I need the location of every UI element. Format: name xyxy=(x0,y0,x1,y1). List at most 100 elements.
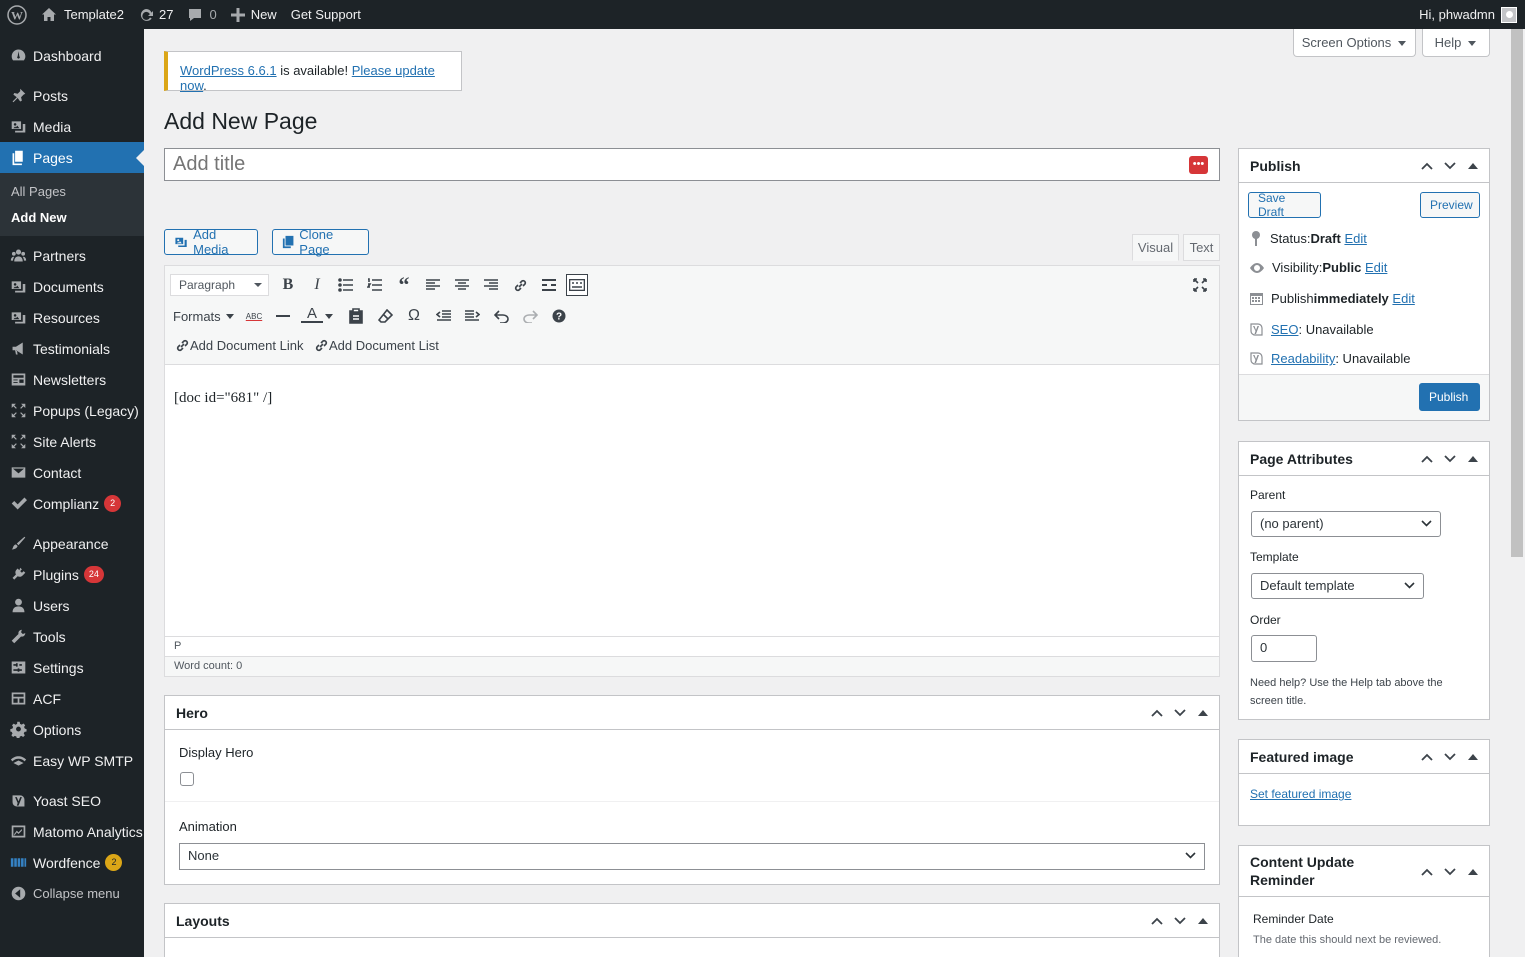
italic-icon[interactable]: I xyxy=(306,274,328,296)
publish-header[interactable]: Publish xyxy=(1239,149,1489,183)
preview-button[interactable]: Preview xyxy=(1420,192,1480,218)
save-draft-button[interactable]: Save Draft xyxy=(1248,191,1321,219)
outdent-icon[interactable] xyxy=(432,305,454,327)
text-color-caret-icon[interactable] xyxy=(323,305,335,327)
menu-posts[interactable]: Posts xyxy=(0,80,144,111)
menu-matomo[interactable]: Matomo Analytics xyxy=(0,816,144,847)
page-attributes-header[interactable]: Page Attributes xyxy=(1239,442,1489,476)
animation-select[interactable]: None xyxy=(179,843,1205,870)
new-content-link[interactable]: New xyxy=(224,0,284,29)
move-down-icon[interactable] xyxy=(1442,864,1458,880)
publish-button[interactable]: Publish xyxy=(1419,383,1480,411)
menu-appearance[interactable]: Appearance xyxy=(0,528,144,559)
add-document-list-button[interactable]: Add Document List xyxy=(314,338,439,353)
parent-select[interactable]: (no parent) xyxy=(1251,511,1441,537)
menu-users[interactable]: Users xyxy=(0,590,144,621)
menu-dashboard[interactable]: Dashboard xyxy=(0,40,144,71)
scrollbar-thumb[interactable] xyxy=(1511,29,1523,557)
get-support-link[interactable]: Get Support xyxy=(284,0,368,29)
readability-link[interactable]: Readability xyxy=(1271,351,1335,366)
wordpress-version-link[interactable]: WordPress 6.6.1 xyxy=(180,63,277,78)
menu-acf[interactable]: ACF xyxy=(0,683,144,714)
layouts-header[interactable]: Layouts xyxy=(165,904,1219,938)
align-center-icon[interactable] xyxy=(451,274,473,296)
reminder-header[interactable]: Content Update Reminder xyxy=(1239,846,1399,897)
seo-link[interactable]: SEO xyxy=(1271,322,1298,337)
menu-complianz[interactable]: Complianz 2 xyxy=(0,488,144,519)
formats-dropdown[interactable]: Formats xyxy=(173,305,235,327)
bullet-list-icon[interactable] xyxy=(335,274,357,296)
clone-page-button[interactable]: Clone Page xyxy=(272,227,369,257)
toggle-panel-icon[interactable] xyxy=(1465,749,1481,765)
undo-icon[interactable] xyxy=(490,305,512,327)
menu-newsletters[interactable]: Newsletters xyxy=(0,364,144,395)
menu-tools[interactable]: Tools xyxy=(0,621,144,652)
bold-icon[interactable]: B xyxy=(277,274,299,296)
site-name-link[interactable]: Template2 xyxy=(34,0,131,29)
numbered-list-icon[interactable] xyxy=(364,274,386,296)
move-up-icon[interactable] xyxy=(1149,705,1165,721)
menu-yoast-seo[interactable]: Yoast SEO xyxy=(0,785,144,816)
comments-link[interactable]: 0 xyxy=(180,0,223,29)
help-circle-icon[interactable]: ? xyxy=(548,305,570,327)
menu-settings[interactable]: Settings xyxy=(0,652,144,683)
move-down-icon[interactable] xyxy=(1172,913,1188,929)
title-input[interactable] xyxy=(164,148,1220,181)
template-select[interactable]: Default template xyxy=(1251,573,1424,599)
fullscreen-icon[interactable] xyxy=(1189,274,1211,296)
updates-link[interactable]: 27 xyxy=(131,0,180,29)
display-hero-checkbox[interactable] xyxy=(180,772,194,786)
toolbar-toggle-icon[interactable] xyxy=(566,274,588,296)
featured-image-header[interactable]: Featured image xyxy=(1239,740,1489,774)
link-icon[interactable] xyxy=(509,274,531,296)
special-character-icon[interactable]: Ω xyxy=(403,305,425,327)
menu-plugins[interactable]: Plugins 24 xyxy=(0,559,144,590)
screen-options-button[interactable]: Screen Options xyxy=(1293,29,1416,57)
menu-contact[interactable]: Contact xyxy=(0,457,144,488)
move-down-icon[interactable] xyxy=(1442,158,1458,174)
align-left-icon[interactable] xyxy=(422,274,444,296)
move-up-icon[interactable] xyxy=(1419,864,1435,880)
blockquote-icon[interactable]: “ xyxy=(393,272,415,297)
read-more-icon[interactable] xyxy=(538,274,560,296)
add-media-button[interactable]: Add Media xyxy=(164,227,258,257)
menu-pages[interactable]: Pages xyxy=(0,142,144,173)
tab-text[interactable]: Text xyxy=(1183,234,1220,261)
paragraph-format-select[interactable]: Paragraph xyxy=(170,274,269,296)
menu-easy-wp-smtp[interactable]: Easy WP SMTP xyxy=(0,745,144,776)
move-up-icon[interactable] xyxy=(1419,451,1435,467)
move-up-icon[interactable] xyxy=(1419,158,1435,174)
spellcheck-icon[interactable]: ABC xyxy=(243,305,265,327)
toggle-panel-icon[interactable] xyxy=(1465,158,1481,174)
indent-icon[interactable] xyxy=(461,305,483,327)
hero-header[interactable]: Hero xyxy=(165,696,1219,730)
menu-site-alerts[interactable]: Site Alerts xyxy=(0,426,144,457)
toggle-panel-icon[interactable] xyxy=(1465,864,1481,880)
move-up-icon[interactable] xyxy=(1419,749,1435,765)
edit-status-link[interactable]: Edit xyxy=(1344,231,1366,246)
help-button[interactable]: Help xyxy=(1422,29,1490,57)
redo-icon[interactable] xyxy=(519,305,541,327)
move-down-icon[interactable] xyxy=(1442,749,1458,765)
move-down-icon[interactable] xyxy=(1442,451,1458,467)
wordpress-logo-icon[interactable]: W xyxy=(0,0,34,29)
menu-wordfence[interactable]: Wordfence 2 xyxy=(0,847,144,878)
move-down-icon[interactable] xyxy=(1172,705,1188,721)
align-right-icon[interactable] xyxy=(480,274,502,296)
paste-text-icon[interactable] xyxy=(345,305,367,327)
menu-options[interactable]: Options xyxy=(0,714,144,745)
menu-documents[interactable]: Documents xyxy=(0,271,144,302)
menu-testimonials[interactable]: Testimonials xyxy=(0,333,144,364)
menu-partners[interactable]: Partners xyxy=(0,240,144,271)
my-account[interactable]: Hi, phwadmn xyxy=(1419,6,1525,23)
edit-visibility-link[interactable]: Edit xyxy=(1365,260,1387,275)
tab-visual[interactable]: Visual xyxy=(1132,234,1179,261)
submenu-add-new[interactable]: Add New xyxy=(0,205,144,231)
add-document-link-button[interactable]: Add Document Link xyxy=(175,338,303,353)
menu-media[interactable]: Media xyxy=(0,111,144,142)
menu-resources[interactable]: Resources xyxy=(0,302,144,333)
password-manager-icon[interactable]: ••• xyxy=(1189,156,1208,174)
toggle-panel-icon[interactable] xyxy=(1465,451,1481,467)
order-input[interactable]: 0 xyxy=(1251,635,1317,662)
edit-date-link[interactable]: Edit xyxy=(1392,291,1414,306)
